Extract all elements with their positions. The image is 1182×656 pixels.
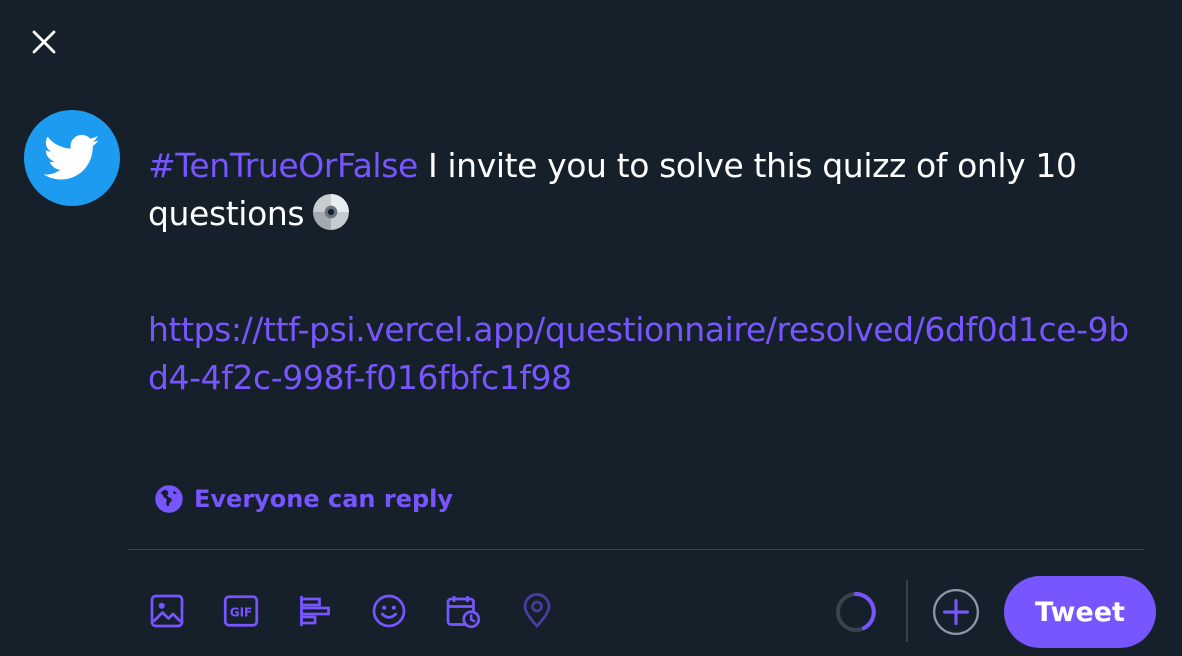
globe-icon [155, 485, 183, 513]
gif-button[interactable]: GIF [222, 590, 260, 632]
close-icon [32, 30, 56, 54]
schedule-icon [446, 596, 481, 629]
gif-icon: GIF [223, 595, 259, 627]
plus-circle-icon [932, 588, 980, 636]
avatar[interactable] [24, 110, 120, 206]
location-icon [523, 593, 551, 628]
tweet-compose-text[interactable]: #TenTrueOrFalse I invite you to solve th… [148, 142, 1148, 402]
reply-setting-button[interactable]: Everyone can reply [154, 484, 453, 514]
divider [128, 549, 1144, 550]
compose-toolbar: GIF [148, 590, 556, 632]
poll-button[interactable] [296, 590, 334, 632]
url-link[interactable]: https://ttf-psi.vercel.app/questionnaire… [148, 306, 1148, 402]
disc-emoji-icon [312, 193, 350, 244]
image-icon [150, 594, 184, 628]
add-tweet-button[interactable] [930, 586, 982, 638]
reply-setting-label: Everyone can reply [194, 485, 454, 513]
character-count-progress [836, 592, 876, 632]
poll-icon [300, 596, 330, 626]
hashtag-link[interactable]: #TenTrueOrFalse [148, 146, 418, 185]
emoji-icon [372, 594, 406, 628]
schedule-button[interactable] [444, 590, 482, 632]
tweet-text-paragraph: #TenTrueOrFalse I invite you to solve th… [148, 142, 1148, 244]
gif-icon-text: GIF [230, 606, 253, 620]
close-button[interactable] [24, 22, 64, 62]
location-button[interactable] [518, 590, 556, 632]
tweet-button[interactable]: Tweet [1004, 576, 1156, 648]
toolbar-separator [906, 580, 908, 642]
media-button[interactable] [148, 590, 186, 632]
emoji-button[interactable] [370, 590, 408, 632]
twitter-bird-icon [44, 134, 100, 180]
